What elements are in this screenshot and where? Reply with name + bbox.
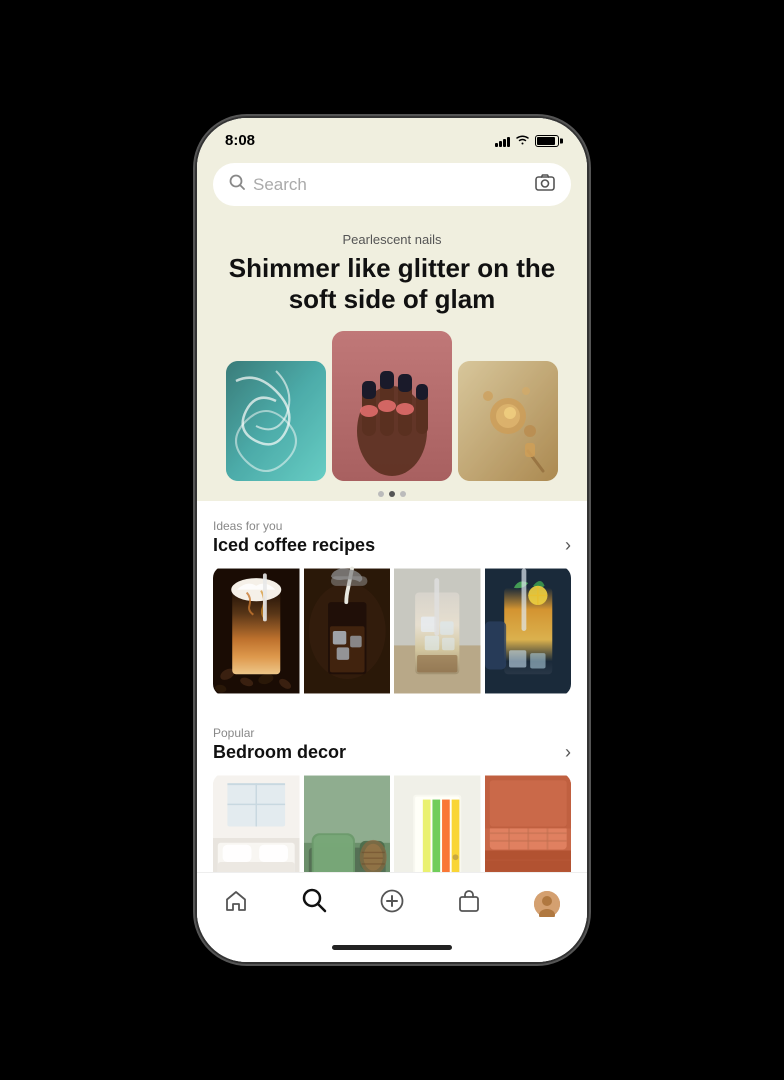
section-bedroom: Popular Bedroom decor › (197, 708, 587, 872)
section-title-coffee: Iced coffee recipes (213, 535, 375, 556)
signal-icon (495, 135, 510, 147)
hero-image-left[interactable] (226, 361, 326, 481)
section-header-bedroom: Bedroom decor › (213, 742, 571, 763)
scroll-content[interactable]: Ideas for you Iced coffee recipes › (197, 501, 587, 872)
status-icons (495, 133, 559, 148)
section-header-coffee: Iced coffee recipes › (213, 535, 571, 556)
coffee-image-3[interactable] (394, 566, 481, 696)
home-indicator-bar (332, 945, 452, 950)
coffee-image-row (213, 566, 571, 696)
phone-screen: 8:08 (197, 118, 587, 962)
search-nav-icon (301, 887, 327, 920)
search-container: Search (197, 155, 587, 222)
coffee-image-1[interactable] (213, 566, 300, 696)
bedroom-image-1[interactable] (213, 773, 300, 872)
nav-search[interactable] (289, 883, 339, 924)
section-meta-coffee: Ideas for you (213, 519, 571, 533)
coffee-image-4[interactable] (485, 566, 572, 696)
home-indicator (197, 932, 587, 962)
hero-image-center[interactable] (332, 331, 452, 481)
bedroom-image-4[interactable] (485, 773, 572, 872)
hero-title: Shimmer like glitter on the soft side of… (213, 253, 571, 315)
search-placeholder: Search (253, 175, 527, 195)
search-icon (229, 174, 245, 195)
avatar-icon (534, 891, 560, 917)
nav-shopping[interactable] (445, 885, 493, 923)
bedroom-image-2[interactable] (304, 773, 391, 872)
status-time: 8:08 (225, 132, 255, 149)
home-icon (224, 889, 248, 919)
hero-subtitle: Pearlescent nails (213, 232, 571, 247)
nav-add[interactable] (368, 885, 416, 923)
bag-icon (457, 889, 481, 919)
section-title-bedroom: Bedroom decor (213, 742, 346, 763)
nav-profile[interactable] (522, 887, 572, 921)
phone-frame: 8:08 (197, 118, 587, 962)
hero-section: Pearlescent nails Shimmer like glitter o… (197, 222, 587, 501)
bedroom-arrow-icon[interactable]: › (565, 742, 571, 763)
search-bar[interactable]: Search (213, 163, 571, 206)
hero-images (213, 331, 571, 481)
section-meta-bedroom: Popular (213, 726, 571, 740)
wifi-icon (515, 133, 530, 148)
dot-3[interactable] (400, 491, 406, 497)
add-icon (380, 889, 404, 919)
coffee-arrow-icon[interactable]: › (565, 535, 571, 556)
camera-icon[interactable] (535, 173, 555, 196)
bedroom-image-row (213, 773, 571, 872)
bottom-nav (197, 872, 587, 932)
status-bar: 8:08 (197, 118, 587, 155)
dot-2[interactable] (389, 491, 395, 497)
nav-home[interactable] (212, 885, 260, 923)
coffee-image-2[interactable] (304, 566, 391, 696)
section-iced-coffee: Ideas for you Iced coffee recipes › (197, 501, 587, 708)
dot-1[interactable] (378, 491, 384, 497)
bedroom-image-3[interactable] (394, 773, 481, 872)
hero-image-right[interactable] (458, 361, 558, 481)
carousel-dots (213, 481, 571, 501)
battery-icon (535, 135, 559, 147)
